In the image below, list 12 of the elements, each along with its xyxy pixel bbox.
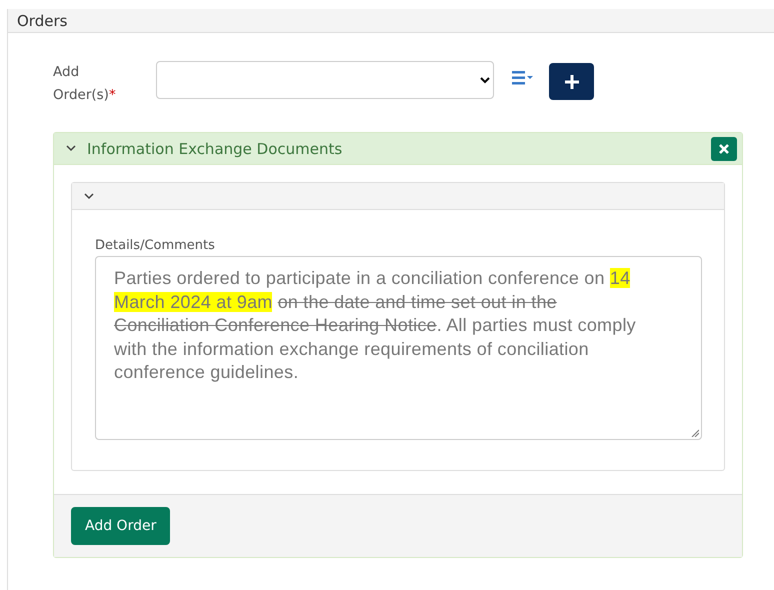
close-button[interactable] [711,136,737,160]
resize-grip-icon [691,429,699,437]
section-title: Information Exchange Documents [87,140,344,158]
add-button[interactable] [549,63,594,100]
list-icon [512,71,533,85]
field-label: Details/Comments [95,238,216,253]
comments-field[interactable]: Parties ordered to participate in a conciliation conference on 14 March 2024 at 9am on the date and time set out in the Conciliation Conference Hearing Notice. All parties must comply with the information exchange requirements of conciliation conference guidelines. [95,256,702,440]
plus-icon [564,74,578,88]
field-label: Add Order(s)* [53,63,117,105]
close-icon [719,144,729,154]
add-order-button[interactable]: Add Order [71,507,170,545]
panel-title: Orders [17,12,68,30]
